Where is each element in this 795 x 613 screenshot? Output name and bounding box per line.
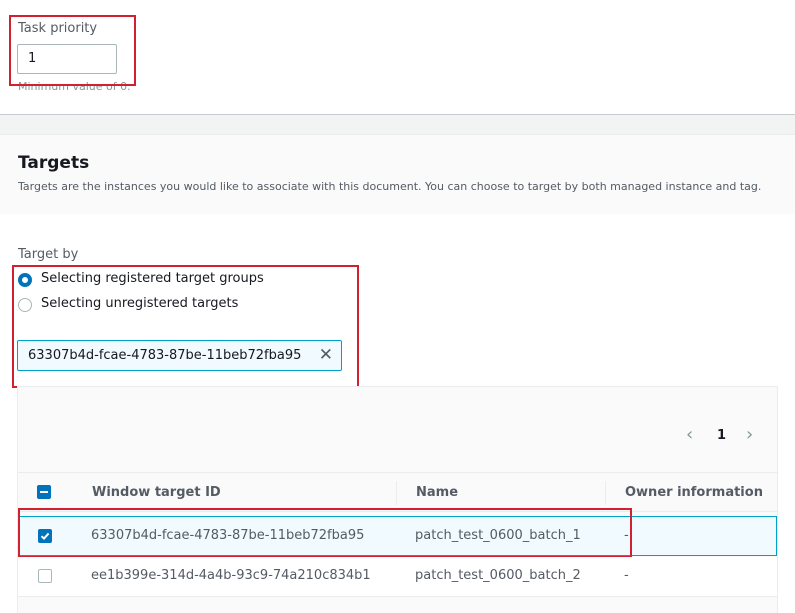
column-header-name[interactable]: Name bbox=[416, 485, 458, 500]
radio-registered-target-groups-label: Selecting registered target groups bbox=[41, 271, 264, 286]
row-checkbox[interactable] bbox=[38, 529, 52, 543]
table-header: Window target ID Name Owner information bbox=[18, 472, 777, 512]
radio-registered-target-groups[interactable] bbox=[18, 273, 32, 287]
column-divider[interactable] bbox=[605, 481, 606, 505]
cell-window-target-id: 63307b4d-fcae-4783-87be-11beb72fba95 bbox=[91, 528, 365, 543]
cell-name: patch_test_0600_batch_2 bbox=[415, 568, 581, 583]
cell-owner-information: - bbox=[624, 568, 629, 583]
token-value: 63307b4d-fcae-4783-87be-11beb72fba95 bbox=[28, 348, 302, 363]
check-icon bbox=[40, 532, 50, 541]
target-by-label: Target by bbox=[18, 247, 79, 262]
table-row[interactable]: ee1b399e-314d-4a4b-93c9-74a210c834b1 pat… bbox=[18, 557, 777, 597]
chevron-right-icon[interactable]: › bbox=[746, 424, 753, 445]
column-header-window-target-id[interactable]: Window target ID bbox=[92, 485, 221, 500]
row-checkbox[interactable] bbox=[38, 569, 52, 583]
radio-unregistered-targets[interactable] bbox=[18, 298, 32, 312]
targets-title: Targets bbox=[18, 153, 90, 173]
column-header-owner-information[interactable]: Owner information bbox=[625, 485, 763, 500]
select-all-checkbox[interactable] bbox=[37, 485, 51, 499]
cell-owner-information: - bbox=[624, 528, 629, 543]
task-priority-hint: Minimum value of 0. bbox=[18, 80, 131, 93]
targets-description: Targets are the instances you would like… bbox=[18, 180, 762, 193]
cell-window-target-id: ee1b399e-314d-4a4b-93c9-74a210c834b1 bbox=[91, 568, 371, 583]
chevron-left-icon[interactable]: ‹ bbox=[686, 424, 693, 445]
table-row[interactable]: 63307b4d-fcae-4783-87be-11beb72fba95 pat… bbox=[18, 516, 777, 556]
task-priority-label: Task priority bbox=[18, 21, 98, 36]
close-icon[interactable]: ✕ bbox=[319, 345, 333, 365]
target-group-token: 63307b4d-fcae-4783-87be-11beb72fba95 ✕ bbox=[17, 340, 342, 371]
minus-icon bbox=[40, 491, 48, 493]
column-divider[interactable] bbox=[396, 481, 397, 505]
radio-unregistered-targets-label: Selecting unregistered targets bbox=[41, 296, 239, 311]
task-priority-input[interactable]: 1 bbox=[17, 44, 117, 74]
targets-header bbox=[0, 134, 795, 214]
cell-name: patch_test_0600_batch_1 bbox=[415, 528, 581, 543]
pagination-current-page[interactable]: 1 bbox=[717, 428, 726, 443]
